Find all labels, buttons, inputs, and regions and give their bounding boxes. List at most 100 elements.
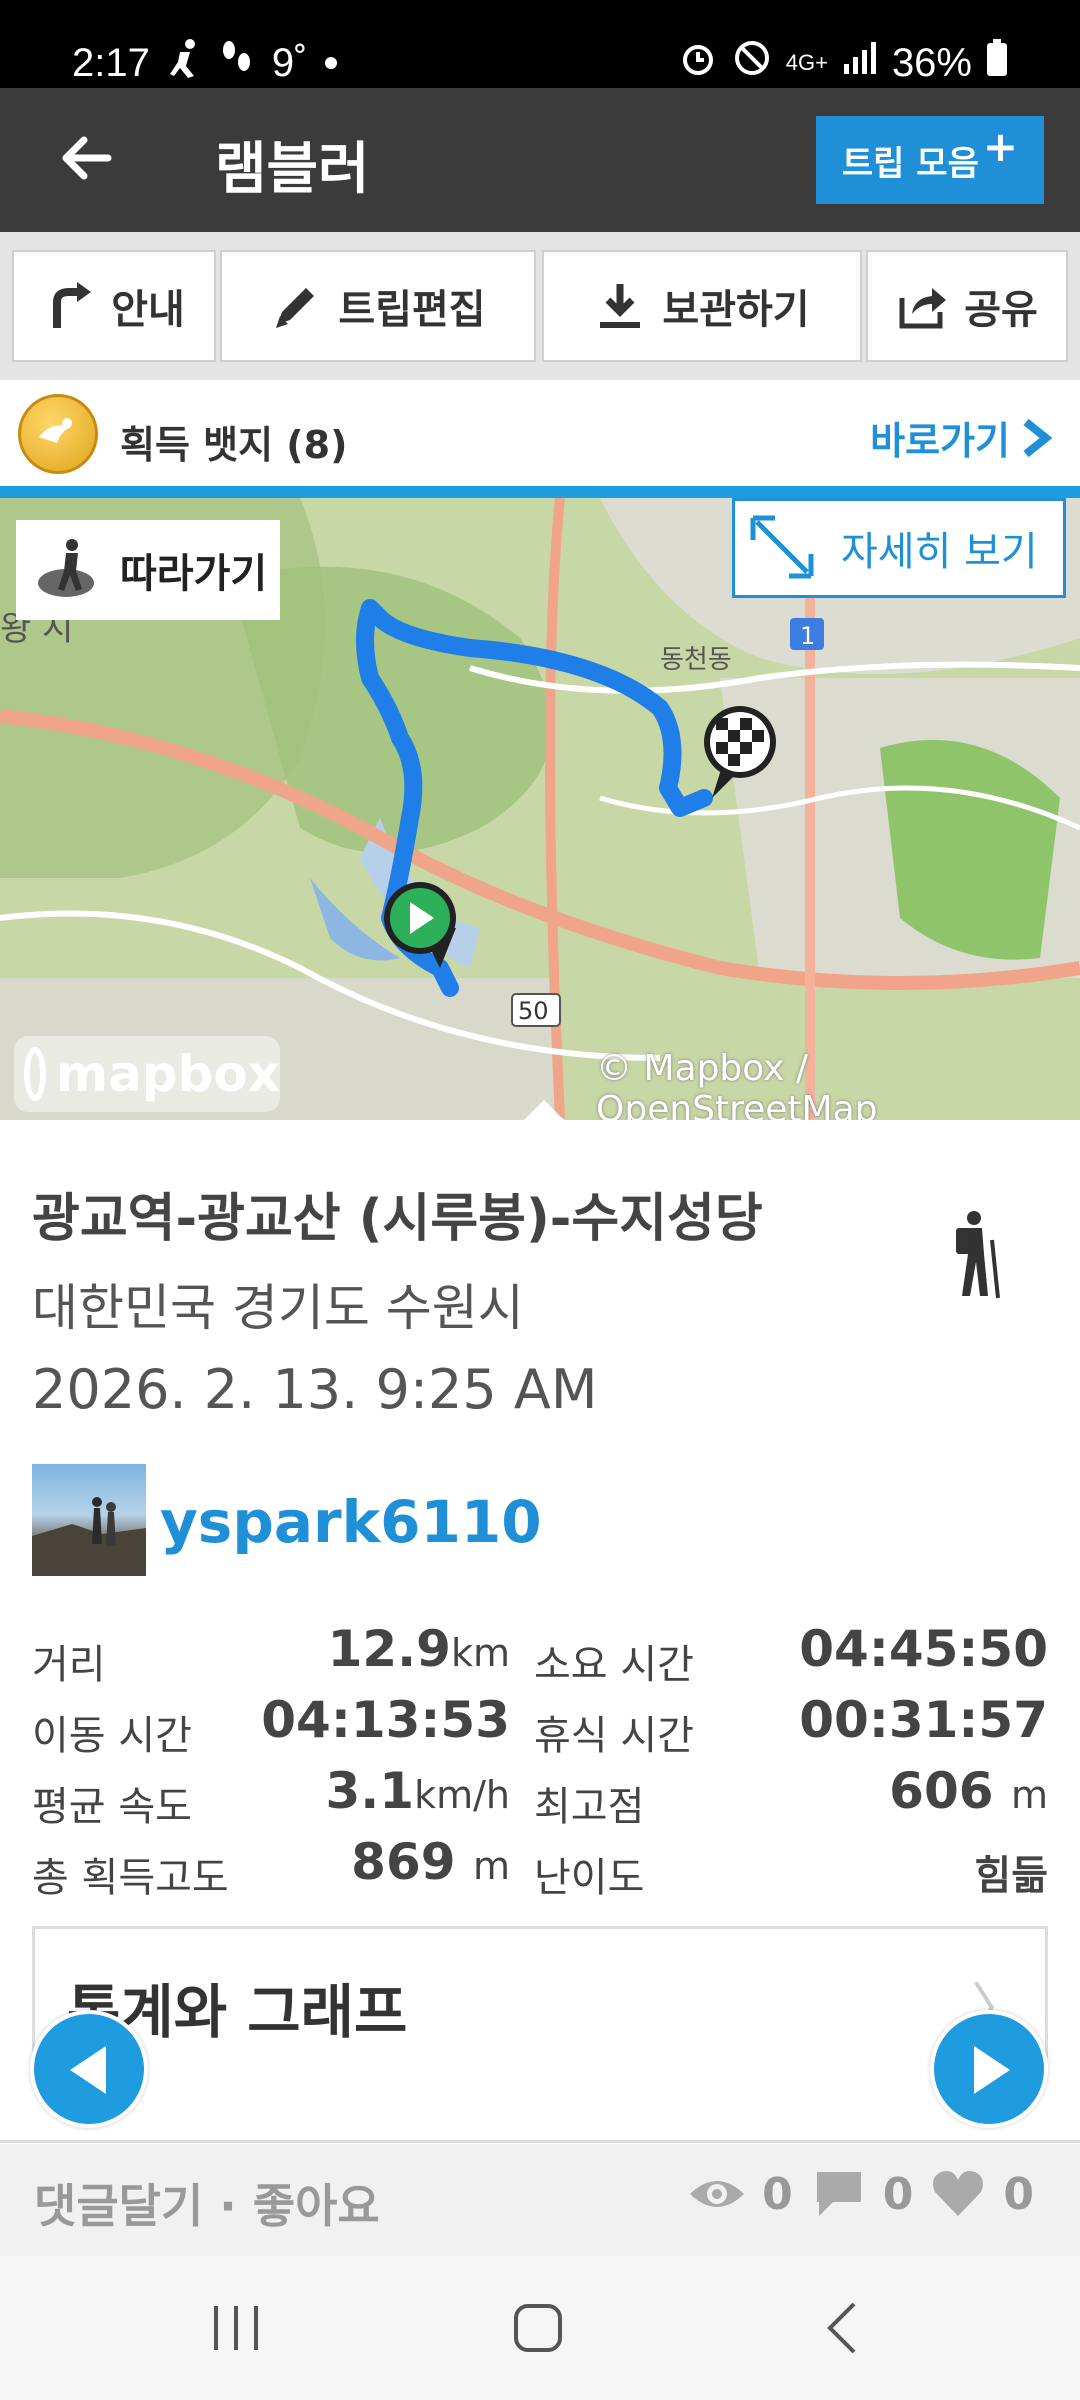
trip-location: 대한민국 경기도 수원시 — [32, 1279, 524, 1337]
battery-percent: 36% — [891, 40, 972, 85]
trip-collection-button[interactable]: 트립 모음 + — [816, 116, 1044, 204]
badge-row[interactable]: 획득 뱃지 (8) 바로가기 — [0, 380, 1080, 486]
svg-text:1: 1 — [800, 622, 815, 650]
avatar[interactable] — [32, 1464, 146, 1576]
badge-medal-icon — [18, 394, 98, 474]
svg-text:동천동: 동천동 — [660, 645, 732, 675]
app-bar: 램블러 트립 모음 + — [0, 88, 1080, 232]
eye-icon — [690, 2181, 745, 2207]
trip-datetime: 2026. 2. 13. 9:25 AM — [32, 1358, 598, 1421]
hiking-activity-icon — [956, 1211, 1000, 1299]
alarm-icon — [678, 38, 718, 88]
social-bar: 댓글달기 · 좋아요 0 0 0 — [0, 2144, 1080, 2256]
guide-button[interactable]: 안내 — [12, 250, 216, 362]
guide-label: 안내 — [111, 287, 185, 333]
turn-arrow-icon — [53, 282, 92, 328]
action-toolbar: 안내 트립편집 보관하기 공유 — [0, 232, 1080, 380]
difficulty-label: 난이도 — [534, 1855, 645, 1901]
walk-icon — [168, 38, 202, 88]
status-bar: 2:17 9˚ 4G+ 36% — [0, 0, 1080, 88]
map-place-label: 동천동 — [660, 645, 732, 675]
status-temp: 9˚ — [271, 40, 308, 85]
moving-time-value: 04:13:53 — [261, 1691, 510, 1749]
comment-count: 0 — [882, 2168, 914, 2220]
trip-stats: 거리 12.9km 소요 시간 04:45:50 이동 시간 04:13:53 … — [32, 1620, 1048, 1904]
elevation-gain-label: 총 획득고도 — [32, 1855, 229, 1901]
duration-label: 소요 시간 — [534, 1642, 694, 1688]
pencil-icon — [276, 288, 315, 328]
mapbox-logo: mapbox — [14, 1036, 280, 1112]
badge-shortcut-link[interactable]: 바로가기 — [870, 410, 1052, 465]
mapbox-logo-icon — [24, 1047, 46, 1101]
max-altitude-label: 최고점 — [534, 1784, 645, 1830]
shortcut-label: 바로가기 — [870, 419, 1010, 463]
distance-value: 12.9km — [327, 1620, 510, 1678]
notification-dot-icon — [325, 57, 338, 69]
recent-apps-icon[interactable] — [206, 2298, 266, 2358]
badge-count-label: 획득 뱃지 (8) — [120, 423, 348, 467]
route-map[interactable]: 동천동 1 50 왕 시 따라가기 자세히 보기 mapbox © Mapbox… — [0, 498, 1080, 1120]
mapbox-logo-text: mapbox — [55, 1045, 280, 1103]
divider-accent — [0, 486, 1080, 498]
like-count: 0 — [1003, 2168, 1034, 2220]
comment-icon — [816, 2172, 861, 2216]
share-icon — [899, 288, 947, 329]
view-count: 0 — [762, 2168, 793, 2220]
triangle-right-icon — [974, 2046, 1010, 2094]
share-button[interactable]: 공유 — [866, 250, 1068, 362]
stats-graph-button[interactable]: 통계와 그래프 〉 — [32, 1926, 1048, 2058]
distance-label: 거리 — [32, 1642, 106, 1688]
arrow-left-icon — [62, 136, 112, 180]
heart-icon — [933, 2171, 984, 2216]
do-not-disturb-icon — [732, 38, 772, 88]
save-label: 보관하기 — [662, 287, 810, 333]
map-pointer-notch — [524, 1100, 564, 1120]
previous-trip-button[interactable] — [30, 2010, 148, 2128]
battery-icon — [986, 39, 1008, 87]
route-shield-50: 50 — [511, 993, 561, 1027]
back-nav-icon[interactable] — [814, 2298, 874, 2358]
difficulty-value: 힘듦 — [974, 1853, 1048, 1899]
home-icon[interactable] — [508, 2298, 568, 2358]
follow-button[interactable]: 따라가기 — [16, 520, 280, 620]
download-icon — [600, 284, 641, 328]
duration-value: 04:45:50 — [799, 1620, 1048, 1678]
edit-trip-button[interactable]: 트립편집 — [220, 250, 536, 362]
view-details-label: 자세히 보기 — [841, 529, 1038, 575]
edit-trip-label: 트립편집 — [338, 287, 486, 333]
rest-time-label: 휴식 시간 — [534, 1713, 694, 1759]
app-title: 램블러 — [215, 137, 370, 202]
chevron-right-icon — [1023, 418, 1052, 457]
next-trip-button[interactable] — [930, 2010, 1048, 2128]
trip-collection-label: 트립 모음 — [841, 143, 979, 184]
expand-icon — [750, 515, 814, 579]
footsteps-icon — [220, 38, 254, 88]
stats-row: 거리 12.9km 소요 시간 04:45:50 — [32, 1620, 1048, 1691]
social-counts: 0 0 0 — [688, 2168, 1034, 2220]
hiker-follow-icon — [38, 539, 94, 597]
map-attribution[interactable]: © Mapbox / OpenStreetMap — [596, 1048, 1080, 1120]
share-label: 공유 — [964, 287, 1038, 333]
divider — [0, 2140, 1080, 2143]
view-details-button[interactable]: 자세히 보기 — [732, 498, 1066, 598]
save-button[interactable]: 보관하기 — [542, 250, 862, 362]
system-nav-bar — [0, 2256, 1080, 2400]
plus-icon: + — [982, 121, 1019, 171]
route-shield-1: 1 — [790, 618, 824, 650]
status-time: 2:17 — [72, 40, 150, 85]
elevation-gain-value: 869 m — [351, 1833, 510, 1891]
stats-row: 평균 속도 3.1km/h 최고점 606 m — [32, 1762, 1048, 1833]
moving-time-label: 이동 시간 — [32, 1713, 192, 1759]
signal-icon — [842, 40, 878, 86]
stats-row: 이동 시간 04:13:53 휴식 시간 00:31:57 — [32, 1691, 1048, 1762]
username-link[interactable]: yspark6110 — [160, 1488, 542, 1556]
avg-speed-label: 평균 속도 — [32, 1784, 192, 1830]
comment-like-link[interactable]: 댓글달기 · 좋아요 — [34, 2170, 380, 2236]
triangle-left-icon — [70, 2046, 106, 2094]
rest-time-value: 00:31:57 — [799, 1691, 1048, 1749]
network-type: 4G+ — [785, 50, 828, 75]
follow-label: 따라가기 — [120, 551, 268, 597]
svg-text:50: 50 — [518, 997, 549, 1025]
max-altitude-value: 606 m — [889, 1762, 1048, 1820]
back-button[interactable] — [48, 118, 128, 198]
